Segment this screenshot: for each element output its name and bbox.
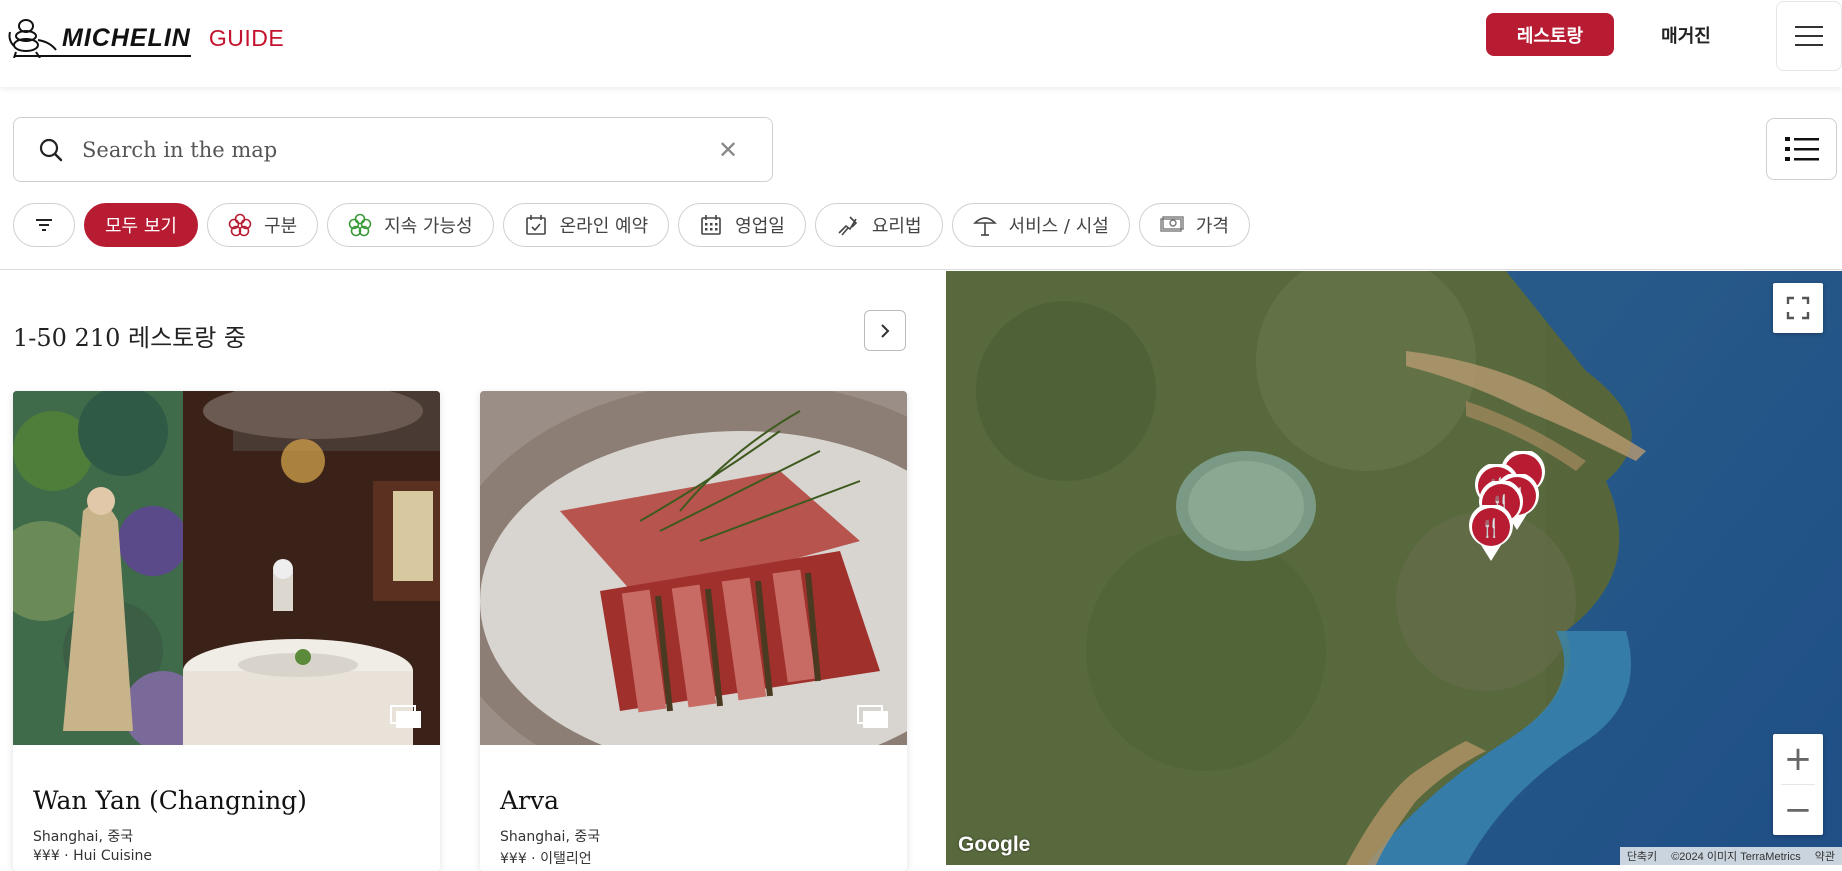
map-view[interactable]: 🍴 🍴 🍴 🍴 + − Google 단축키 ©2024 이미지 TerraMe… <box>946 271 1842 865</box>
chevron-right-icon <box>881 323 890 338</box>
section-divider <box>0 269 1842 270</box>
terms-link[interactable]: 약관 <box>1808 848 1842 864</box>
fullscreen-button[interactable] <box>1773 283 1823 333</box>
map-pin-icon[interactable]: 🍴 <box>1466 505 1516 563</box>
restaurant-card[interactable]: Wan Yan (Changning) Shanghai, 중국 ¥¥¥ · H… <box>13 391 440 871</box>
satellite-map-image <box>946 271 1842 865</box>
michelin-guide-logo[interactable]: MICHELIN GUIDE <box>6 18 284 58</box>
filter-bar: 모두 보기 구분 지속 가능성 온라인 예약 영업일 요리법 서비스 / 시설 … <box>13 203 1250 247</box>
zoom-out-button[interactable]: − <box>1773 785 1823 835</box>
price-banknote-icon <box>1160 213 1184 237</box>
restaurant-price-cuisine: ¥¥¥ · Hui Cuisine <box>33 848 153 864</box>
filter-chip-label: 온라인 예약 <box>559 216 649 237</box>
restaurant-photo[interactable] <box>480 391 907 745</box>
gallery-icon <box>857 705 888 728</box>
menu-button[interactable] <box>1776 1 1842 71</box>
map-search-box: ✕ <box>13 117 773 182</box>
calendar-check-icon <box>524 213 548 237</box>
service-umbrella-icon <box>972 213 997 237</box>
restaurant-name[interactable]: Arva <box>500 786 559 815</box>
next-page-button[interactable] <box>864 310 906 351</box>
results-count: 1-50 210 레스토랑 중 <box>13 324 247 352</box>
calendar-grid-icon <box>699 213 723 237</box>
filter-chip-online-booking[interactable]: 온라인 예약 <box>502 203 670 247</box>
filter-chip-cuisine[interactable]: 요리법 <box>814 203 943 247</box>
restaurant-location: Shanghai, 중국 <box>500 829 601 845</box>
filter-chip-label: 모두 보기 <box>105 216 177 237</box>
filter-chip-price[interactable]: 가격 <box>1138 203 1250 247</box>
restaurant-price-cuisine: ¥¥¥ · 이탤리언 <box>500 851 592 867</box>
restaurant-name[interactable]: Wan Yan (Changning) <box>33 786 307 815</box>
filter-chip-services[interactable]: 서비스 / 시설 <box>951 203 1130 247</box>
bibendum-icon <box>8 19 57 58</box>
filter-settings-button[interactable] <box>13 203 75 247</box>
filter-chip-distinction[interactable]: 구분 <box>206 203 319 247</box>
hamburger-icon <box>1795 19 1823 53</box>
filter-chip-label: 지속 가능성 <box>384 216 473 237</box>
search-icon <box>39 138 63 162</box>
site-header: MICHELIN GUIDE 레스토랑 매거진 <box>0 0 1842 87</box>
map-attribution: 단축키 ©2024 이미지 TerraMetrics 약관 <box>1619 847 1842 865</box>
svg-text:🍴: 🍴 <box>1480 517 1502 539</box>
fullscreen-icon <box>1786 296 1810 320</box>
michelin-flower-icon <box>228 213 252 237</box>
google-logo: Google <box>958 833 1031 856</box>
filter-chip-label: 영업일 <box>735 216 785 237</box>
search-input[interactable] <box>82 130 702 170</box>
restaurant-photo[interactable] <box>13 391 440 745</box>
logo-guide-label: GUIDE <box>208 24 285 51</box>
restaurant-card[interactable]: Arva Shanghai, 중국 ¥¥¥ · 이탤리언 <box>480 391 907 871</box>
zoom-control: + − <box>1773 734 1823 835</box>
filter-chip-label: 서비스 / 시설 <box>1008 216 1109 237</box>
restaurant-location: Shanghai, 중국 <box>33 829 134 845</box>
imagery-credit: ©2024 이미지 TerraMetrics <box>1671 851 1801 863</box>
filter-chip-label: 구분 <box>263 216 298 237</box>
green-clover-icon <box>348 213 372 237</box>
filter-chip-all[interactable]: 모두 보기 <box>84 203 198 247</box>
list-view-button[interactable] <box>1766 118 1837 180</box>
restaurants-button[interactable]: 레스토랑 <box>1486 13 1614 56</box>
gallery-icon <box>390 705 421 728</box>
clear-search-icon[interactable]: ✕ <box>714 136 742 164</box>
filter-icon <box>36 219 52 231</box>
magazine-link[interactable]: 매거진 <box>1640 13 1732 56</box>
list-icon <box>1784 137 1819 161</box>
zoom-in-button[interactable]: + <box>1773 734 1823 784</box>
filter-chip-opening-days[interactable]: 영업일 <box>678 203 806 247</box>
filter-chip-label: 가격 <box>1195 216 1229 237</box>
keyboard-shortcuts-link[interactable]: 단축키 <box>1620 848 1664 864</box>
logo-wordmark: MICHELIN <box>14 23 191 57</box>
filter-chip-sustainability[interactable]: 지속 가능성 <box>327 203 494 247</box>
cuisine-hand-icon <box>836 213 860 237</box>
filter-chip-label: 요리법 <box>871 216 922 237</box>
